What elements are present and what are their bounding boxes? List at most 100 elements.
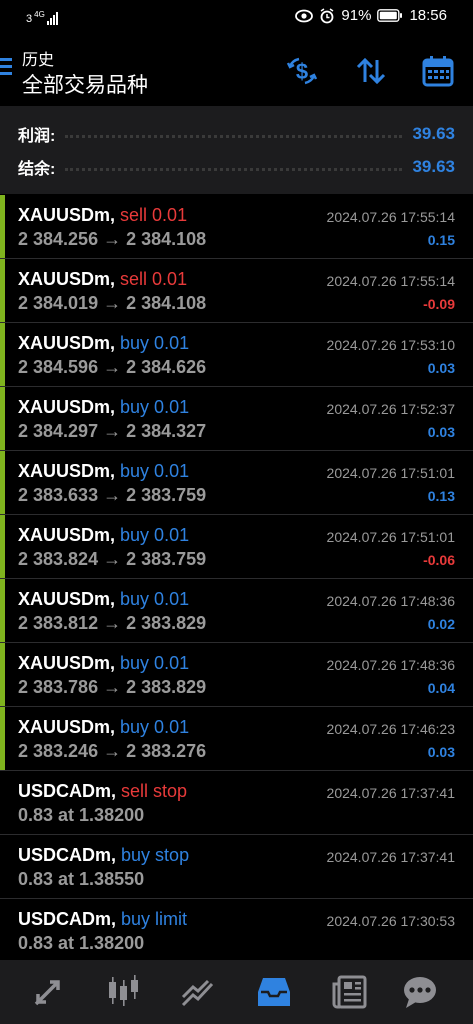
signal-bars-icon xyxy=(46,9,59,25)
alarm-icon xyxy=(321,7,334,23)
bottom-nav xyxy=(0,960,473,1024)
deal-profit: 0.03 xyxy=(427,744,455,760)
history-icon[interactable] xyxy=(254,972,294,1012)
deal-type: sell 0.01 xyxy=(120,269,188,289)
deal-list: XAUUSDm, sell 0.01 2 384.256 → 2 384.108 2… xyxy=(0,195,473,963)
deal-symbol-line: XAUUSDm, buy 0.01 xyxy=(18,397,189,418)
battery-icon xyxy=(377,9,403,22)
profit-row: 利润: 39.63 xyxy=(18,119,455,149)
dotted-leader xyxy=(65,167,403,171)
deal-time: 2024.07.26 17:48:36 xyxy=(326,593,455,609)
deal-symbol: XAUUSDm, xyxy=(18,269,116,289)
deal-time: 2024.07.26 17:55:14 xyxy=(326,273,455,289)
deal-type: buy 0.01 xyxy=(120,333,190,353)
deal-prices: 2 384.596 → 2 384.626 xyxy=(18,357,207,377)
deal-prices: 2 384.019 → 2 384.108 xyxy=(18,293,207,313)
battery-percent: 91% xyxy=(341,7,372,24)
deal-type: sell 0.01 xyxy=(120,205,188,225)
deal-profit: -0.09 xyxy=(423,296,455,312)
sim-number: 3 xyxy=(26,13,33,25)
closed-deal-marker xyxy=(0,451,5,514)
deal-prices: 0.83 at 1.38550 xyxy=(18,869,145,889)
deal-row[interactable]: XAUUSDm, buy 0.01 2 383.824 → 2 383.759 20… xyxy=(0,515,473,579)
deal-symbol: XAUUSDm, xyxy=(18,525,116,545)
chart-candles-icon[interactable] xyxy=(103,972,143,1012)
profit-value: 39.63 xyxy=(412,124,455,143)
deal-time: 2024.07.26 17:46:23 xyxy=(326,721,455,737)
deal-profit: 0.04 xyxy=(427,680,455,696)
deal-time: 2024.07.26 17:37:41 xyxy=(326,785,455,801)
deal-row[interactable]: XAUUSDm, buy 0.01 2 383.633 → 2 383.759 20… xyxy=(0,451,473,515)
status-bar: 3 4G 91% 18:56 xyxy=(0,0,473,34)
network-type: 4G xyxy=(34,10,45,19)
trade-icon[interactable] xyxy=(178,972,218,1012)
deal-type: buy 0.01 xyxy=(120,717,190,737)
deal-prices: 2 384.297 → 2 384.327 xyxy=(18,421,207,441)
deal-profit: 0.13 xyxy=(427,488,455,504)
sort-icon[interactable] xyxy=(354,54,388,88)
deal-symbol-line: XAUUSDm, buy 0.01 xyxy=(18,589,189,610)
closed-deal-marker xyxy=(0,515,5,578)
deal-type: buy 0.01 xyxy=(120,653,190,673)
deal-prices: 2 383.633 → 2 383.759 xyxy=(18,485,207,505)
deal-profit: 0.03 xyxy=(427,360,455,376)
summary-panel: 利润: 39.63 结余: 39.63 xyxy=(0,106,473,194)
deal-type: buy stop xyxy=(121,845,190,865)
deal-symbol: USDCADm, xyxy=(18,909,117,929)
eye-icon xyxy=(295,9,314,22)
deal-symbol-line: XAUUSDm, buy 0.01 xyxy=(18,333,189,354)
section-label: 历史 xyxy=(22,52,55,69)
deal-type: sell stop xyxy=(121,781,188,801)
news-icon[interactable] xyxy=(330,972,370,1012)
deal-prices: 2 383.786 → 2 383.829 xyxy=(18,677,207,697)
deal-symbol-line: XAUUSDm, sell 0.01 xyxy=(18,269,187,290)
deal-row[interactable]: USDCADm, buy stop 0.83 at 1.38550 2024.07.… xyxy=(0,835,473,899)
deal-row[interactable]: USDCADm, buy limit 0.83 at 1.38200 2024.07… xyxy=(0,899,473,963)
calendar-icon[interactable] xyxy=(421,54,455,88)
deal-symbol-line: USDCADm, sell stop xyxy=(18,781,187,802)
deal-row[interactable]: XAUUSDm, buy 0.01 2 384.596 → 2 384.626 20… xyxy=(0,323,473,387)
deal-row[interactable]: XAUUSDm, sell 0.01 2 384.256 → 2 384.108 2… xyxy=(0,195,473,259)
deal-row[interactable]: XAUUSDm, buy 0.01 2 383.812 → 2 383.829 20… xyxy=(0,579,473,643)
deal-type: buy 0.01 xyxy=(120,397,190,417)
closed-deal-marker xyxy=(0,707,5,770)
app-header: 历史 全部交易品种 $ xyxy=(0,34,473,106)
balance-label: 结余: xyxy=(18,161,56,178)
deal-profit: 0.03 xyxy=(427,424,455,440)
deal-symbol: XAUUSDm, xyxy=(18,717,116,737)
signal-indicator: 3 4G xyxy=(26,9,59,25)
deal-type: buy 0.01 xyxy=(120,461,190,481)
svg-text:$: $ xyxy=(296,59,308,84)
closed-deal-marker xyxy=(0,259,5,322)
deal-symbol-line: XAUUSDm, buy 0.01 xyxy=(18,525,189,546)
closed-deal-marker xyxy=(0,643,5,706)
dotted-leader xyxy=(65,134,403,138)
deal-prices: 0.83 at 1.38200 xyxy=(18,933,145,953)
balance-value: 39.63 xyxy=(412,157,455,176)
quotes-icon[interactable] xyxy=(28,972,68,1012)
deal-symbol: XAUUSDm, xyxy=(18,653,116,673)
deal-profit: 0.15 xyxy=(427,232,455,248)
chat-icon[interactable] xyxy=(400,972,440,1012)
deal-prices: 2 383.824 → 2 383.759 xyxy=(18,549,207,569)
deal-symbol-line: XAUUSDm, buy 0.01 xyxy=(18,717,189,738)
deal-row[interactable]: XAUUSDm, sell 0.01 2 384.019 → 2 384.108 2… xyxy=(0,259,473,323)
deal-prices: 0.83 at 1.38200 xyxy=(18,805,145,825)
profit-label: 利润: xyxy=(18,128,56,145)
page-title[interactable]: 全部交易品种 xyxy=(22,69,148,99)
deal-symbol-line: XAUUSDm, buy 0.01 xyxy=(18,653,189,674)
deal-time: 2024.07.26 17:30:53 xyxy=(326,913,455,929)
deal-row[interactable]: XAUUSDm, buy 0.01 2 384.297 → 2 384.327 20… xyxy=(0,387,473,451)
deal-row[interactable]: XAUUSDm, buy 0.01 2 383.786 → 2 383.829 20… xyxy=(0,643,473,707)
deal-symbol-line: USDCADm, buy stop xyxy=(18,845,189,866)
deal-profit: 0.02 xyxy=(427,616,455,632)
balance-row: 结余: 39.63 xyxy=(18,152,455,182)
deal-row[interactable]: USDCADm, sell stop 0.83 at 1.38200 2024.07… xyxy=(0,771,473,835)
deal-type: buy 0.01 xyxy=(120,589,190,609)
currency-exchange-icon[interactable]: $ xyxy=(285,54,319,88)
deal-symbol-line: USDCADm, buy limit xyxy=(18,909,187,930)
menu-icon[interactable] xyxy=(0,58,12,76)
deal-symbol: XAUUSDm, xyxy=(18,333,116,353)
deal-row[interactable]: XAUUSDm, buy 0.01 2 383.246 → 2 383.276 20… xyxy=(0,707,473,771)
deal-prices: 2 384.256 → 2 384.108 xyxy=(18,229,207,249)
